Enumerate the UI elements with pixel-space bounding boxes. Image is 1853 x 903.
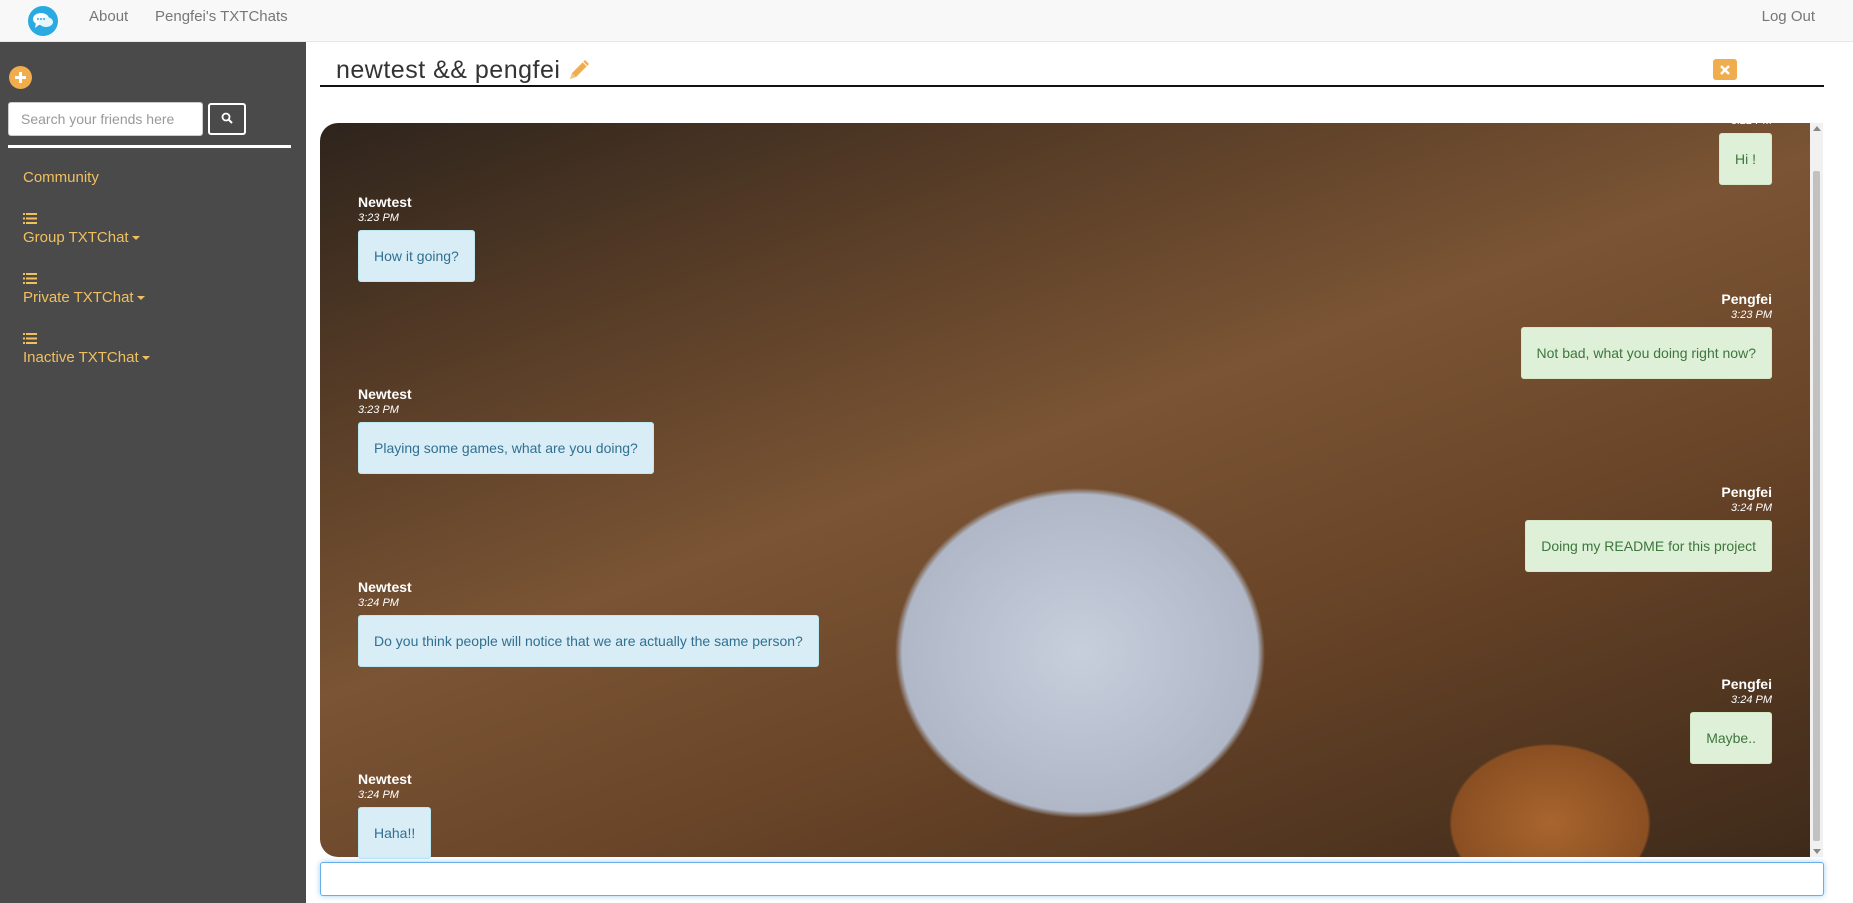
message-bubble: Haha!!	[358, 807, 432, 859]
pencil-icon[interactable]	[566, 57, 592, 86]
message-item: Newtest 3:23 PM Playing some games, what…	[358, 386, 654, 474]
nav-about-link[interactable]: About	[89, 8, 128, 25]
title-divider	[320, 85, 1824, 87]
list-icon[interactable]	[23, 331, 37, 344]
message-time: 3:23 PM	[358, 404, 399, 416]
message-input[interactable]	[320, 862, 1824, 896]
sidebar-item-label: Inactive TXTChat	[23, 349, 139, 366]
message-sender: Newtest	[358, 386, 412, 402]
chat-bubbles-icon[interactable]	[28, 6, 58, 36]
caret-down-icon	[136, 296, 145, 301]
top-navbar: About Pengfei's TXTChats Log Out	[0, 0, 1853, 42]
caret-down-icon	[131, 236, 140, 241]
close-icon[interactable]	[1713, 59, 1737, 80]
message-sender: Newtest	[358, 579, 412, 595]
sidebar-divider	[8, 145, 291, 148]
message-item: Newtest 3:23 PM How it going?	[358, 194, 475, 282]
message-time: 3:22 PM	[1731, 115, 1772, 127]
sidebar-item-community[interactable]: Community	[23, 169, 99, 186]
caret-down-icon	[141, 356, 150, 361]
logout-link[interactable]: Log Out	[1762, 8, 1815, 25]
message-sender: Pengfei	[1721, 676, 1772, 692]
message-item: Pengfei 3:24 PM Maybe..	[1690, 676, 1772, 764]
scroll-up-icon[interactable]	[1813, 126, 1821, 131]
message-sender: Pengfei	[1721, 291, 1772, 307]
message-item: 3:22 PM Hi !	[1719, 114, 1772, 185]
message-sender: Newtest	[358, 771, 412, 787]
search-button[interactable]	[208, 103, 246, 135]
message-item: Pengfei 3:23 PM Not bad, what you doing …	[1520, 291, 1772, 379]
sidebar-item-group-txtchat[interactable]: Group TXTChat	[23, 229, 140, 246]
chat-title: newtest && pengfei	[336, 56, 561, 84]
scroll-down-icon[interactable]	[1813, 849, 1821, 854]
message-item: Newtest 3:24 PM Do you think people will…	[358, 579, 819, 667]
sidebar-item-private-txtchat[interactable]: Private TXTChat	[23, 289, 145, 306]
message-bubble: Playing some games, what are you doing?	[358, 422, 654, 474]
message-bubble: Maybe..	[1690, 712, 1772, 764]
list-icon[interactable]	[23, 271, 37, 284]
message-bubble: Do you think people will notice that we …	[358, 615, 819, 667]
list-icon[interactable]	[23, 211, 37, 224]
nav-txtchats-link[interactable]: Pengfei's TXTChats	[155, 8, 288, 25]
friend-search-input[interactable]	[8, 102, 203, 136]
message-bubble: Doing my README for this project	[1525, 520, 1772, 572]
message-item: Pengfei 3:24 PM Doing my README for this…	[1525, 484, 1772, 572]
message-time: 3:24 PM	[358, 789, 399, 801]
message-time: 3:23 PM	[358, 212, 399, 224]
message-bubble: Not bad, what you doing right now?	[1520, 327, 1772, 379]
message-item: Newtest 3:24 PM Haha!!	[358, 771, 432, 859]
plus-circle-icon[interactable]	[9, 66, 32, 89]
scroll-thumb[interactable]	[1813, 171, 1820, 841]
message-bubble: How it going?	[358, 230, 475, 282]
message-time: 3:23 PM	[1731, 309, 1772, 321]
message-time: 3:24 PM	[1731, 502, 1772, 514]
sidebar-item-inactive-txtchat[interactable]: Inactive TXTChat	[23, 349, 150, 366]
message-sender: Newtest	[358, 194, 412, 210]
sidebar-item-label: Group TXTChat	[23, 229, 129, 246]
message-bubble: Hi !	[1719, 133, 1772, 185]
message-time: 3:24 PM	[358, 597, 399, 609]
search-icon	[221, 111, 233, 127]
chat-scrollbar[interactable]	[1810, 123, 1823, 857]
message-sender: Pengfei	[1721, 484, 1772, 500]
sidebar: Community Group TXTChat Private TXTChat …	[0, 42, 306, 903]
message-time: 3:24 PM	[1731, 694, 1772, 706]
sidebar-item-label: Private TXTChat	[23, 289, 134, 306]
